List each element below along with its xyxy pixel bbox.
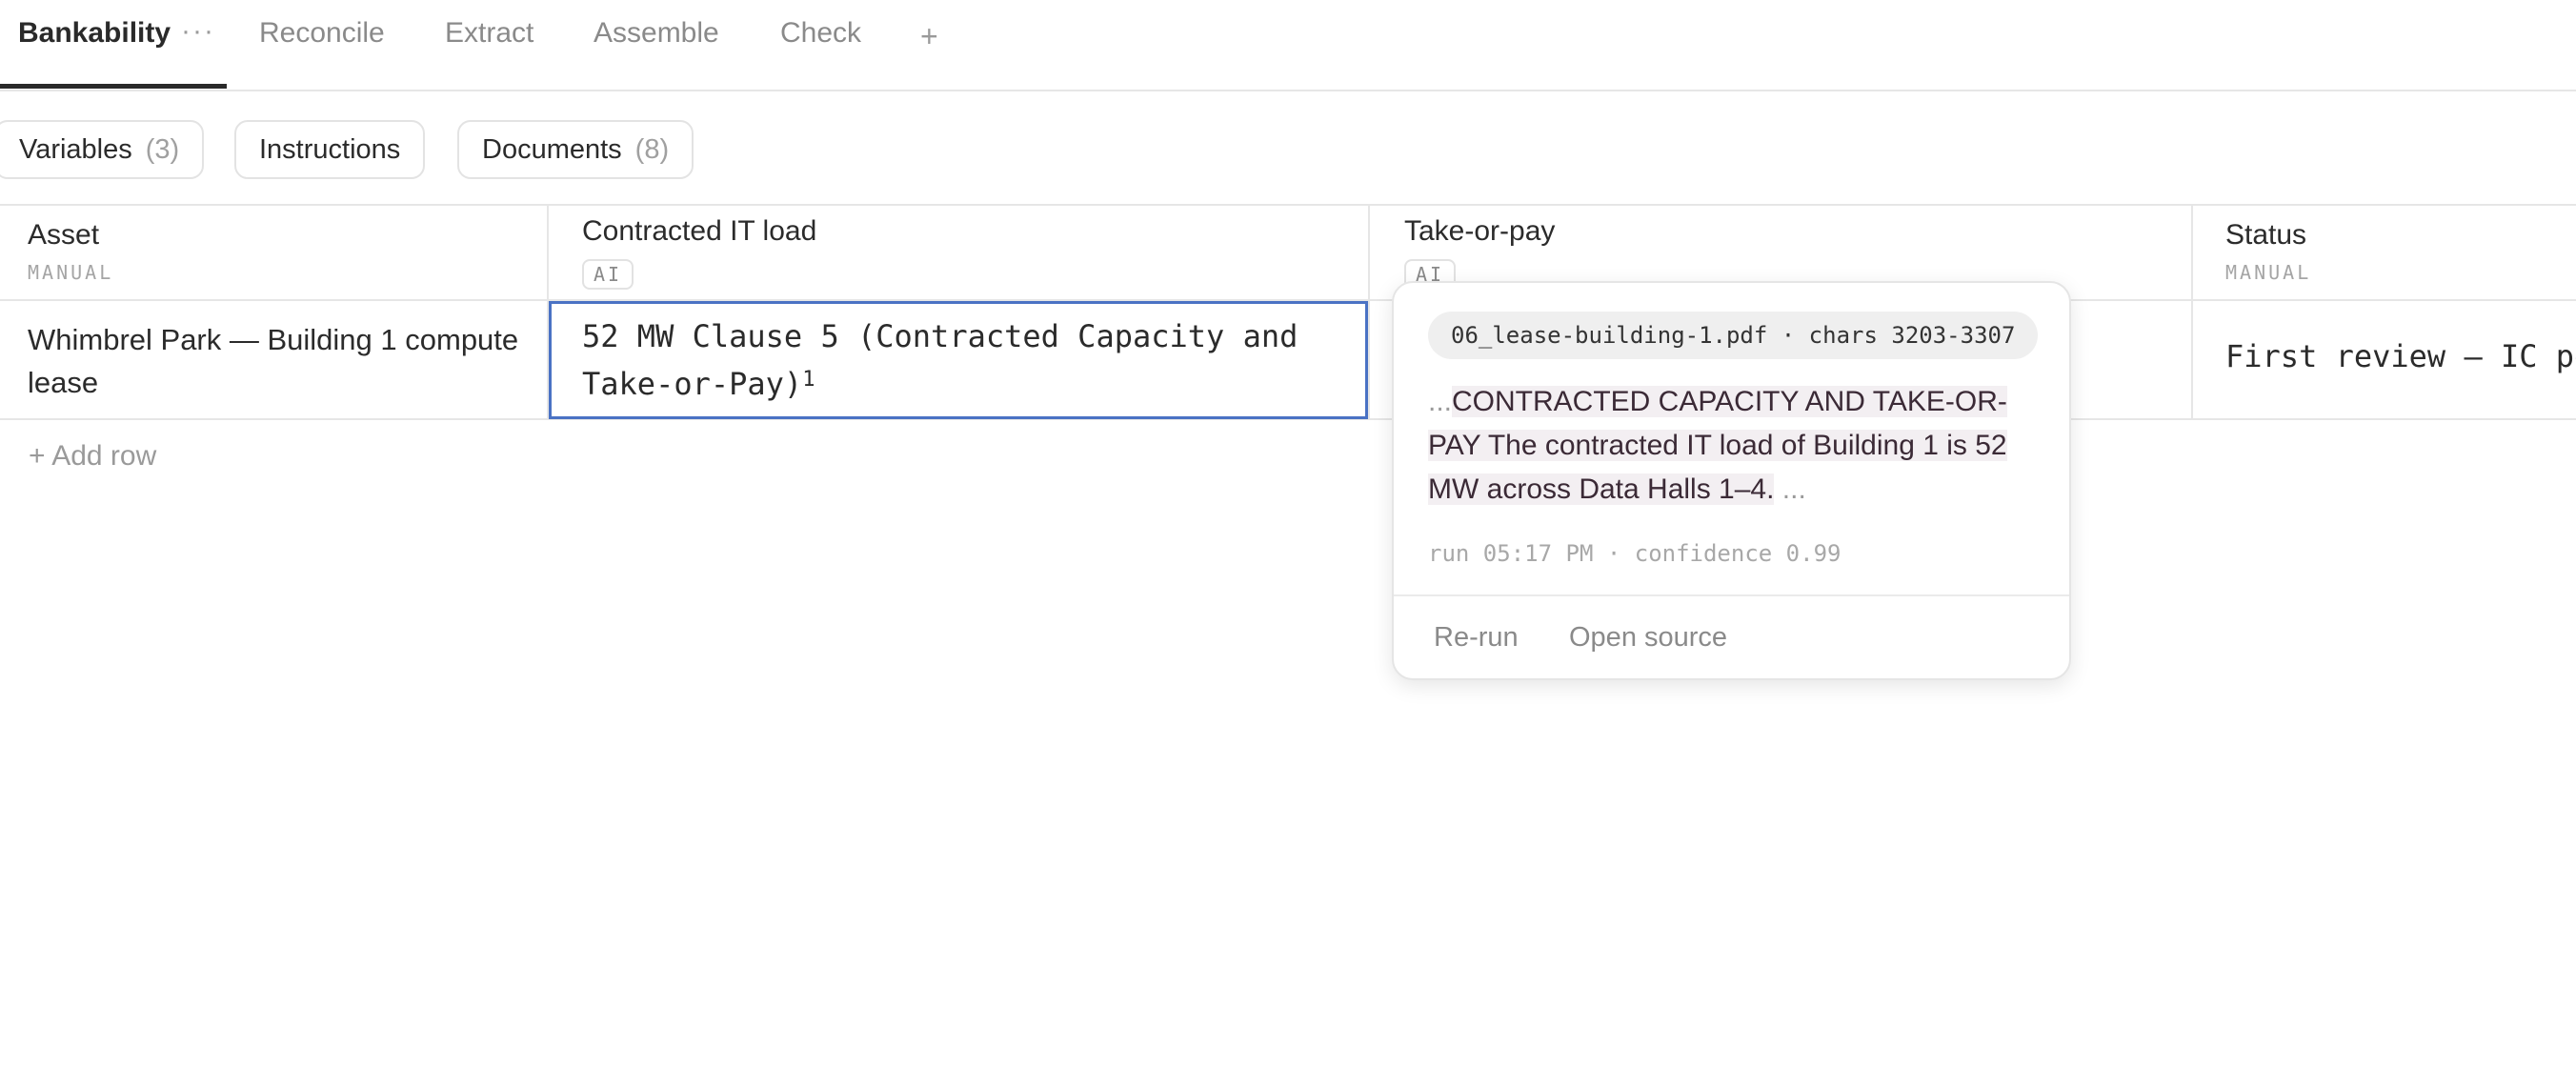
documents-count: (8) xyxy=(634,133,670,165)
column-type-asset: MANUAL xyxy=(28,261,114,284)
excerpt-ellipsis: ... xyxy=(1774,473,1806,505)
tab-more-icon[interactable]: ··· xyxy=(181,15,215,48)
variables-button[interactable]: Variables (3) xyxy=(0,120,205,179)
column-header-contracted-load[interactable]: Contracted IT load xyxy=(582,215,816,248)
active-tab-indicator xyxy=(0,84,227,89)
source-excerpt: ...CONTRACTED CAPACITY AND TAKE-OR-PAY T… xyxy=(1428,380,2038,512)
column-type-status: MANUAL xyxy=(2225,261,2312,284)
instructions-label: Instructions xyxy=(259,133,401,165)
column-divider xyxy=(2191,204,2193,420)
cell-contracted-load-value: 52 MW Clause 5 (Contracted Capacity and … xyxy=(582,318,1298,402)
cell-asset[interactable]: Whimbrel Park — Building 1 compute lease xyxy=(28,318,523,404)
variables-label: Variables xyxy=(19,133,132,165)
tab-bar: Bankability ··· Reconcile Extract Assemb… xyxy=(0,0,2576,91)
citation-popover: 06_lease-building-1.pdf · chars 3203-330… xyxy=(1392,281,2071,680)
variables-count: (3) xyxy=(145,133,180,165)
documents-button[interactable]: Documents (8) xyxy=(457,120,694,179)
excerpt-highlight: CONTRACTED CAPACITY AND TAKE-OR-PAY The … xyxy=(1428,386,2007,505)
instructions-button[interactable]: Instructions xyxy=(234,120,426,179)
tab-bankability[interactable]: Bankability xyxy=(18,17,171,50)
open-source-button[interactable]: Open source xyxy=(1569,622,1727,654)
run-meta: run 05:17 PM · confidence 0.99 xyxy=(1428,540,1841,567)
tab-extract[interactable]: Extract xyxy=(445,17,533,50)
popover-divider xyxy=(1394,594,2069,596)
rerun-button[interactable]: Re-run xyxy=(1434,622,1519,654)
tab-check[interactable]: Check xyxy=(780,17,861,50)
ai-badge: AI xyxy=(582,259,634,290)
add-tab-icon[interactable]: + xyxy=(920,19,938,54)
excerpt-ellipsis: ... xyxy=(1428,386,1453,417)
tab-reconcile[interactable]: Reconcile xyxy=(259,17,385,50)
column-divider xyxy=(1368,204,1370,420)
column-header-status[interactable]: Status xyxy=(2225,219,2306,252)
add-row-button[interactable]: + Add row xyxy=(29,440,156,473)
tab-assemble[interactable]: Assemble xyxy=(594,17,719,50)
source-chip[interactable]: 06_lease-building-1.pdf · chars 3203-330… xyxy=(1428,312,2039,359)
cell-status[interactable]: First review — IC pe xyxy=(2225,338,2576,374)
column-header-take-or-pay[interactable]: Take-or-pay xyxy=(1404,215,1555,248)
cell-contracted-load[interactable]: 52 MW Clause 5 (Contracted Capacity and … xyxy=(582,312,1344,408)
column-header-asset[interactable]: Asset xyxy=(28,219,99,252)
table-top-border xyxy=(0,204,2576,206)
documents-label: Documents xyxy=(482,133,622,165)
citation-marker[interactable]: 1 xyxy=(802,368,815,392)
